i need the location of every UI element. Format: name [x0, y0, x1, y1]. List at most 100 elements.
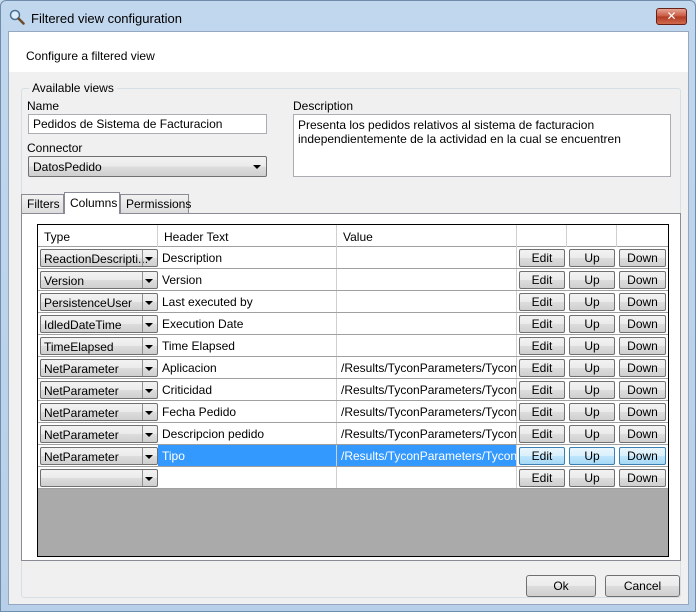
- header-text-cell[interactable]: Fecha Pedido: [158, 401, 337, 422]
- up-button[interactable]: Up: [569, 403, 615, 421]
- header-text-cell[interactable]: Execution Date: [158, 313, 337, 334]
- header-band: Configure a filtered view: [9, 32, 688, 72]
- header-text-cell[interactable]: [158, 467, 337, 488]
- tab-permissions[interactable]: Permissions: [120, 194, 191, 213]
- value-cell[interactable]: [337, 313, 517, 334]
- up-button[interactable]: Up: [569, 381, 615, 399]
- value-cell[interactable]: [337, 335, 517, 356]
- edit-button[interactable]: Edit: [519, 359, 565, 377]
- edit-button[interactable]: Edit: [519, 425, 565, 443]
- table-row[interactable]: Version Version Edit Up Down: [38, 269, 668, 291]
- edit-button[interactable]: Edit: [519, 381, 565, 399]
- up-button[interactable]: Up: [569, 249, 615, 267]
- header-text-cell[interactable]: Version: [158, 269, 337, 290]
- type-select[interactable]: TimeElapsed: [40, 337, 158, 355]
- up-button[interactable]: Up: [569, 271, 615, 289]
- down-button[interactable]: Down: [619, 293, 666, 311]
- table-row[interactable]: NetParameter Fecha Pedido/Results/TyconPa…: [38, 401, 668, 423]
- header-text-cell[interactable]: Last executed by: [158, 291, 337, 312]
- table-row[interactable]: ReactionDescripti... Description Edit Up Dow…: [38, 247, 668, 269]
- down-button[interactable]: Down: [619, 425, 666, 443]
- header-edit-col: [517, 225, 567, 247]
- value-cell[interactable]: /Results/TyconParameters/Tycon...: [337, 379, 517, 400]
- edit-button[interactable]: Edit: [519, 271, 565, 289]
- down-button[interactable]: Down: [619, 447, 666, 465]
- table-row[interactable]: PersistenceUser Last executed by Edit Up Dow…: [38, 291, 668, 313]
- header-value[interactable]: Value: [337, 225, 517, 247]
- value-cell[interactable]: /Results/TyconParameters/Tycon...: [337, 401, 517, 422]
- type-value: NetParameter: [44, 384, 119, 398]
- header-text: Configure a filtered view: [26, 49, 155, 63]
- table-row[interactable]: NetParameter Descripcion pedido/Results/T…: [38, 423, 668, 445]
- type-value: NetParameter: [44, 428, 119, 442]
- down-button[interactable]: Down: [619, 381, 666, 399]
- type-select[interactable]: PersistenceUser: [40, 293, 158, 311]
- edit-button[interactable]: Edit: [519, 315, 565, 333]
- title-bar[interactable]: Filtered view configuration ✕: [1, 1, 695, 31]
- ok-button[interactable]: Ok: [526, 575, 596, 597]
- table-row[interactable]: Edit Up Down: [38, 467, 668, 489]
- table-row[interactable]: NetParameter Tipo/Results/TyconParameters…: [38, 445, 668, 467]
- up-button[interactable]: Up: [569, 359, 615, 377]
- value-cell[interactable]: [337, 269, 517, 290]
- up-button[interactable]: Up: [569, 425, 615, 443]
- combo-separator: [142, 426, 143, 442]
- close-button[interactable]: ✕: [656, 8, 687, 25]
- header-text-cell[interactable]: Tipo: [158, 445, 337, 466]
- header-header-text[interactable]: Header Text: [158, 225, 337, 247]
- down-button[interactable]: Down: [619, 403, 666, 421]
- table-row[interactable]: TimeElapsed Time Elapsed Edit Up Down: [38, 335, 668, 357]
- type-select[interactable]: NetParameter: [40, 359, 158, 377]
- down-button[interactable]: Down: [619, 469, 666, 487]
- edit-button[interactable]: Edit: [519, 249, 565, 267]
- value-cell[interactable]: [337, 291, 517, 312]
- edit-button[interactable]: Edit: [519, 469, 565, 487]
- up-button[interactable]: Up: [569, 337, 615, 355]
- table-row[interactable]: IdledDateTime Execution Date Edit Up Down: [38, 313, 668, 335]
- chevron-down-icon: [145, 257, 153, 261]
- table-row[interactable]: NetParameter Aplicacion/Results/TyconPara…: [38, 357, 668, 379]
- name-field[interactable]: Pedidos de Sistema de Facturacion: [28, 114, 267, 134]
- type-select[interactable]: [40, 469, 158, 487]
- edit-button[interactable]: Edit: [519, 403, 565, 421]
- header-up-col: [567, 225, 617, 247]
- value-cell[interactable]: [337, 247, 517, 268]
- tab-columns[interactable]: Columns: [64, 192, 120, 214]
- header-text-cell[interactable]: Time Elapsed: [158, 335, 337, 356]
- type-select[interactable]: NetParameter: [40, 447, 158, 465]
- down-button[interactable]: Down: [619, 271, 666, 289]
- columns-grid[interactable]: Type Header Text Value ReactionDescripti…: [37, 224, 669, 557]
- type-select[interactable]: NetParameter: [40, 403, 158, 421]
- value-cell[interactable]: /Results/TyconParameters/Tycon...: [337, 445, 517, 466]
- up-button[interactable]: Up: [569, 315, 615, 333]
- value-cell[interactable]: [337, 467, 517, 488]
- value-cell[interactable]: /Results/TyconParameters/Tycon...: [337, 423, 517, 444]
- type-select[interactable]: ReactionDescripti...: [40, 249, 158, 267]
- down-button[interactable]: Down: [619, 249, 666, 267]
- type-select[interactable]: Version: [40, 271, 158, 289]
- cancel-button[interactable]: Cancel: [605, 575, 680, 597]
- description-field[interactable]: Presenta los pedidos relativos al sistem…: [293, 114, 671, 177]
- edit-button[interactable]: Edit: [519, 293, 565, 311]
- type-select[interactable]: NetParameter: [40, 425, 158, 443]
- up-button[interactable]: Up: [569, 293, 615, 311]
- combo-separator: [142, 338, 143, 354]
- header-text-cell[interactable]: Criticidad: [158, 379, 337, 400]
- tab-filters[interactable]: Filters: [21, 194, 64, 213]
- up-button[interactable]: Up: [569, 447, 615, 465]
- type-select[interactable]: IdledDateTime: [40, 315, 158, 333]
- header-text-cell[interactable]: Descripcion pedido: [158, 423, 337, 444]
- edit-button[interactable]: Edit: [519, 447, 565, 465]
- down-button[interactable]: Down: [619, 359, 666, 377]
- up-button[interactable]: Up: [569, 469, 615, 487]
- type-select[interactable]: NetParameter: [40, 381, 158, 399]
- down-button[interactable]: Down: [619, 315, 666, 333]
- header-text-cell[interactable]: Description: [158, 247, 337, 268]
- value-cell[interactable]: /Results/TyconParameters/Tycon...: [337, 357, 517, 378]
- header-text-cell[interactable]: Aplicacion: [158, 357, 337, 378]
- table-row[interactable]: NetParameter Criticidad/Results/TyconPara…: [38, 379, 668, 401]
- connector-select[interactable]: DatosPedido: [28, 156, 267, 177]
- down-button[interactable]: Down: [619, 337, 666, 355]
- header-type[interactable]: Type: [38, 225, 158, 247]
- edit-button[interactable]: Edit: [519, 337, 565, 355]
